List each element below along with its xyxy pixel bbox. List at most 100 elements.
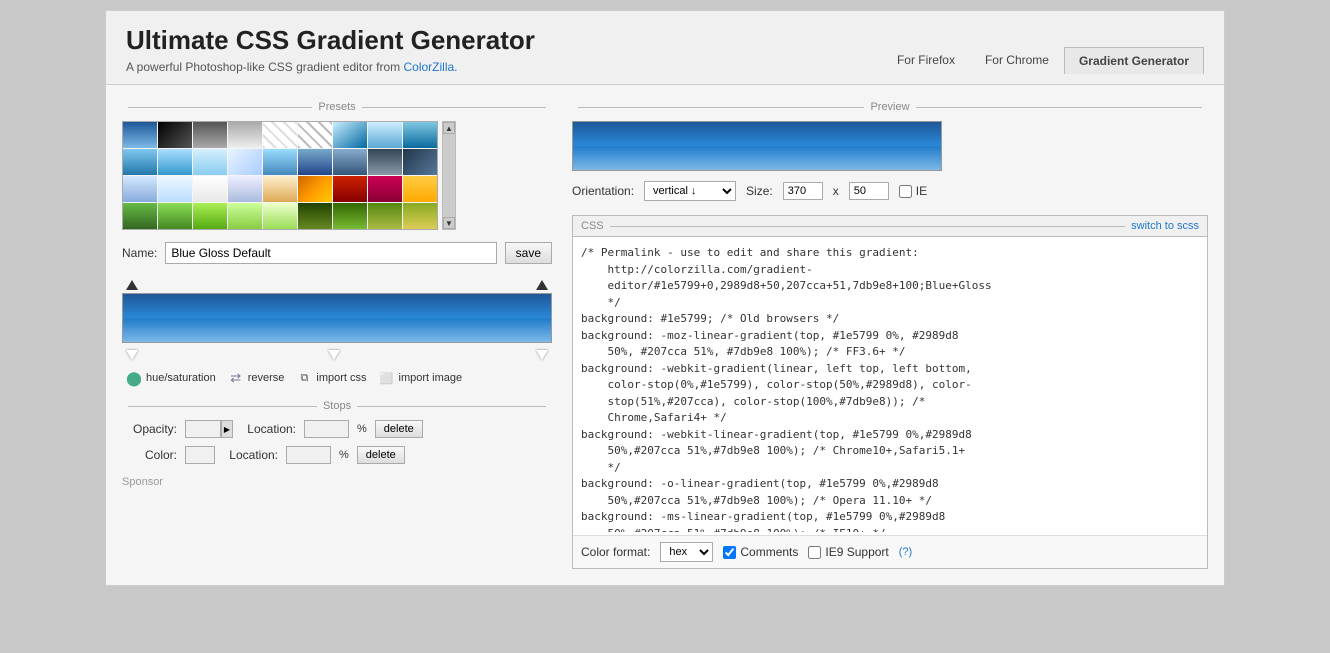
preset-cell[interactable] <box>368 176 402 202</box>
orientation-select[interactable]: vertical ↓ horizontal → diagonal ↘ radia… <box>644 181 736 201</box>
preview-label: Preview <box>870 101 909 113</box>
color-pct: % <box>339 449 349 461</box>
right-panel: Preview Orientation: vertical ↓ horizont… <box>572 101 1208 569</box>
opacity-input[interactable] <box>185 420 221 438</box>
opacity-pct: % <box>357 423 367 435</box>
preset-cell[interactable] <box>158 176 192 202</box>
preset-cell[interactable] <box>298 122 332 148</box>
preset-cell[interactable] <box>158 203 192 229</box>
orientation-label: Orientation: <box>572 184 634 198</box>
name-input[interactable] <box>165 242 496 264</box>
color-location-label: Location: <box>223 448 278 462</box>
preset-cell[interactable] <box>403 176 437 202</box>
scroll-up-btn[interactable]: ▲ <box>443 122 455 134</box>
ie-label: IE <box>899 184 927 198</box>
color-row: Color: Location: % delete <box>122 446 552 464</box>
preset-cell[interactable] <box>403 203 437 229</box>
presets-scrollbar[interactable]: ▲ ▼ <box>442 121 456 230</box>
save-button[interactable]: save <box>505 242 552 264</box>
preset-cell[interactable] <box>368 149 402 175</box>
preset-cell[interactable] <box>158 122 192 148</box>
nav-item-gradient-generator[interactable]: Gradient Generator <box>1064 47 1204 74</box>
sponsor-label: Sponsor <box>122 476 552 488</box>
height-input[interactable] <box>849 182 889 200</box>
import-image-btn[interactable]: ⬜ import image <box>379 370 463 386</box>
preset-cell[interactable] <box>228 122 262 148</box>
stop-marker-bottom-middle[interactable] <box>328 350 340 360</box>
stop-marker-top-left[interactable] <box>126 280 138 290</box>
preset-cell[interactable] <box>123 149 157 175</box>
width-input[interactable] <box>783 182 823 200</box>
preview-box <box>572 121 942 171</box>
preset-cell[interactable] <box>123 176 157 202</box>
reverse-btn[interactable]: ⇄ reverse <box>228 370 285 386</box>
preview-section-header: Preview <box>572 101 1208 113</box>
nav-item-chrome[interactable]: For Chrome <box>970 46 1064 74</box>
import-image-label: import image <box>399 372 463 384</box>
preset-cell[interactable] <box>228 203 262 229</box>
name-row: Name: save <box>122 242 552 264</box>
ie9-help-link[interactable]: (?) <box>899 546 912 558</box>
opacity-stepper[interactable]: ▶ <box>185 420 233 438</box>
ie9-checkbox[interactable] <box>808 546 821 559</box>
preset-cell[interactable] <box>333 176 367 202</box>
color-swatch[interactable] <box>185 446 215 464</box>
preset-cell[interactable] <box>298 149 332 175</box>
stop-marker-top-right[interactable] <box>536 280 548 290</box>
preset-cell[interactable] <box>333 122 367 148</box>
preset-cell[interactable] <box>193 149 227 175</box>
preset-cell[interactable] <box>263 149 297 175</box>
preset-cell[interactable] <box>333 203 367 229</box>
import-css-label: import css <box>316 372 366 384</box>
opacity-label: Opacity: <box>122 422 177 436</box>
page-subtitle: A powerful Photoshop-like CSS gradient e… <box>126 60 535 74</box>
preset-cell[interactable] <box>263 122 297 148</box>
preset-cell[interactable] <box>228 149 262 175</box>
preset-cell[interactable] <box>298 176 332 202</box>
preset-cell[interactable] <box>368 203 402 229</box>
preset-cell[interactable] <box>263 203 297 229</box>
preset-cell[interactable] <box>228 176 262 202</box>
gradient-bar-container <box>122 276 552 362</box>
preset-cell[interactable] <box>298 203 332 229</box>
color-delete-btn[interactable]: delete <box>357 446 405 464</box>
comments-checkbox[interactable] <box>723 546 736 559</box>
reverse-label: reverse <box>248 372 285 384</box>
preset-cell[interactable] <box>123 122 157 148</box>
reverse-icon: ⇄ <box>228 370 244 386</box>
color-location-input[interactable] <box>286 446 331 464</box>
color-label: Color: <box>122 448 177 462</box>
preset-cell[interactable] <box>123 203 157 229</box>
preset-cell[interactable] <box>263 176 297 202</box>
opacity-location-input[interactable] <box>304 420 349 438</box>
stop-marker-bottom-left[interactable] <box>126 350 138 360</box>
opacity-delete-btn[interactable]: delete <box>375 420 423 438</box>
css-section: CSS switch to scss /* Permalink - use to… <box>572 215 1208 569</box>
hue-saturation-btn[interactable]: ⬤ hue/saturation <box>126 370 216 386</box>
ie9-label: IE9 Support <box>808 545 888 559</box>
preset-cell[interactable] <box>403 149 437 175</box>
presets-label: Presets <box>318 101 355 113</box>
preset-cell[interactable] <box>193 122 227 148</box>
ie-checkbox[interactable] <box>899 185 912 198</box>
switch-scss-link[interactable]: switch to scss <box>1131 220 1199 232</box>
nav-item-firefox[interactable]: For Firefox <box>882 46 970 74</box>
opacity-stepper-btn[interactable]: ▶ <box>221 420 233 438</box>
preset-cell[interactable] <box>368 122 402 148</box>
scroll-down-btn[interactable]: ▼ <box>443 217 455 229</box>
preset-cell[interactable] <box>158 149 192 175</box>
preset-cell[interactable] <box>333 149 367 175</box>
colorzilla-link[interactable]: ColorZilla. <box>404 60 458 74</box>
preset-cell[interactable] <box>193 203 227 229</box>
import-css-btn[interactable]: ⧉ import css <box>296 370 366 386</box>
preset-cell[interactable] <box>193 176 227 202</box>
gradient-bar[interactable] <box>122 293 552 343</box>
header-nav: For Firefox For Chrome Gradient Generato… <box>882 46 1204 74</box>
color-format-select[interactable]: hex rgb rgba <box>660 542 713 562</box>
color-format-label: Color format: <box>581 545 650 559</box>
stop-marker-bottom-right[interactable] <box>536 350 548 360</box>
preview-section: Preview Orientation: vertical ↓ horizont… <box>572 101 1208 201</box>
css-textarea[interactable]: /* Permalink - use to edit and share thi… <box>573 237 1207 532</box>
comments-label: Comments <box>723 545 798 559</box>
preset-cell[interactable] <box>403 122 437 148</box>
